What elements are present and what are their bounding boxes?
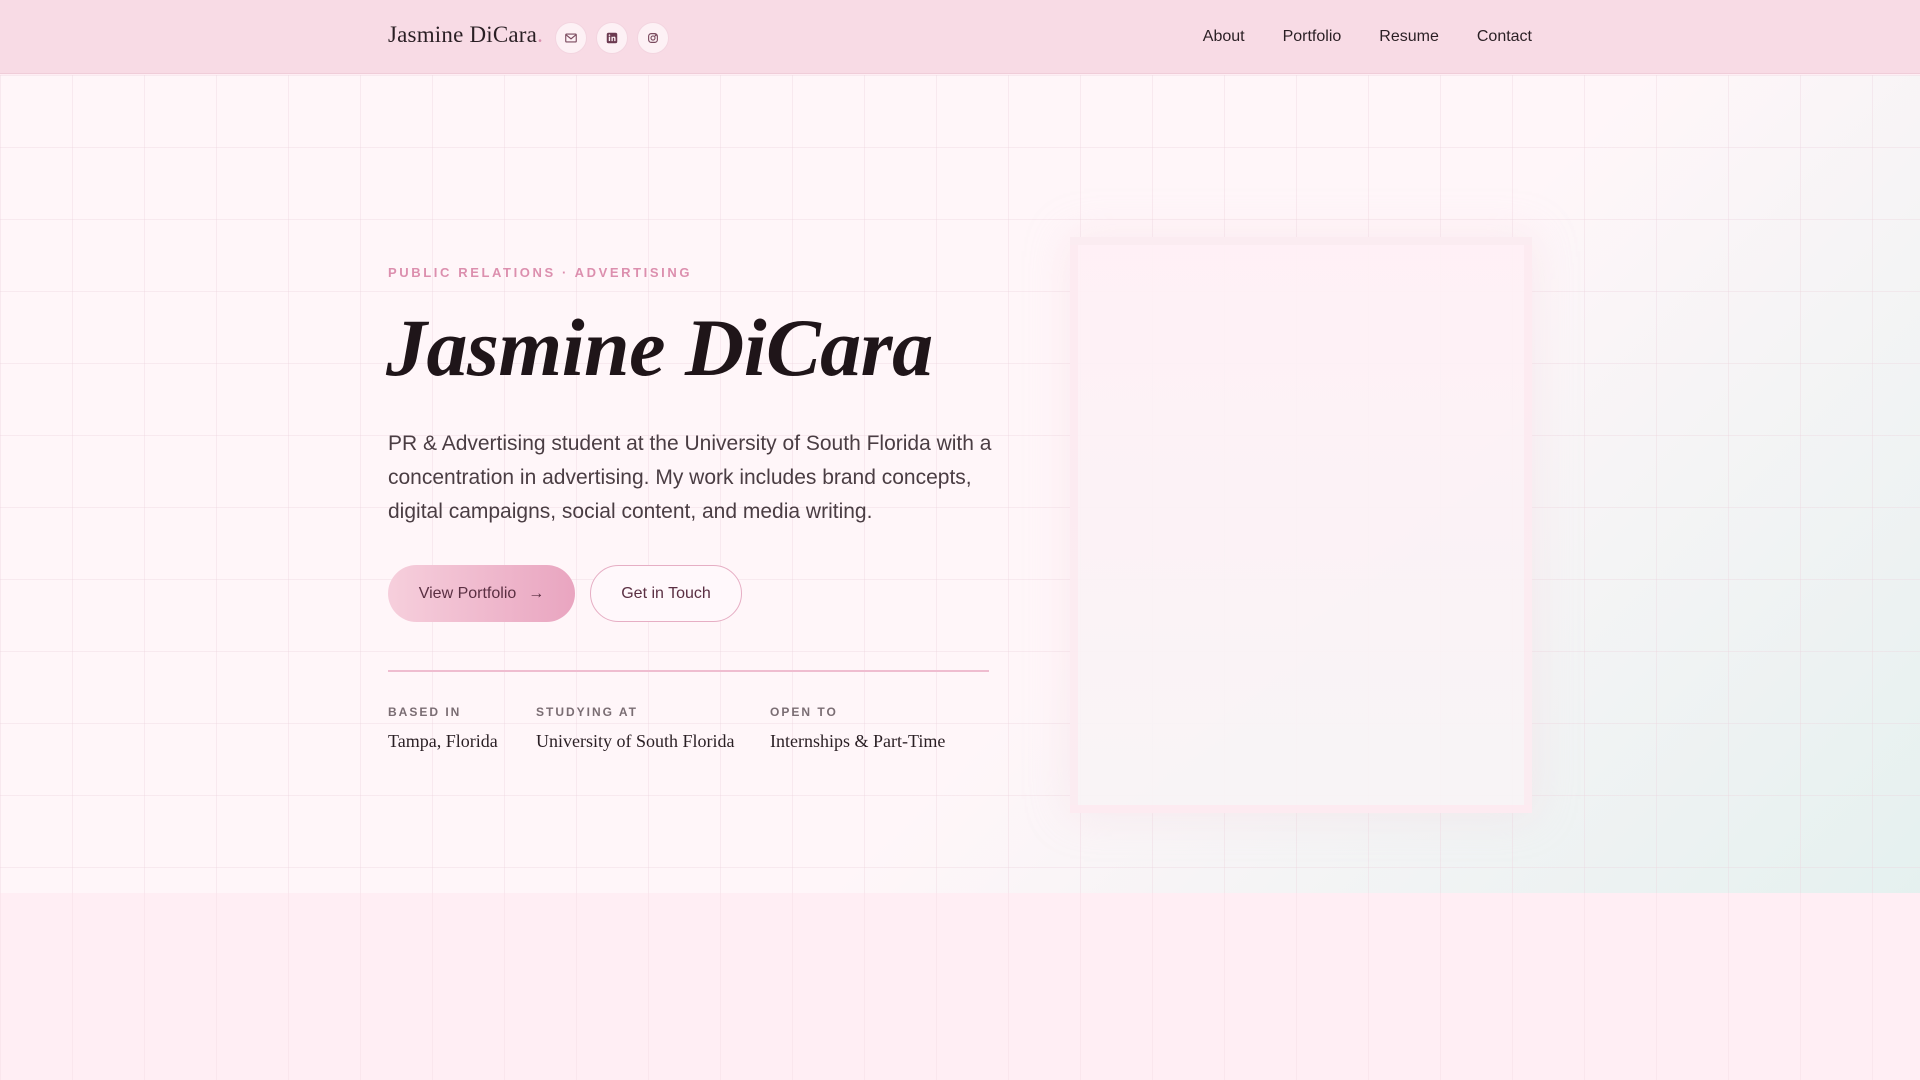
linkedin-icon[interactable]	[596, 22, 628, 54]
get-in-touch-button[interactable]: Get in Touch	[590, 565, 742, 622]
instagram-icon[interactable]	[637, 22, 669, 54]
background-grid	[0, 893, 1920, 1080]
arrow-right-icon: →	[528, 584, 545, 602]
hero-section: PUBLIC RELATIONS · ADVERTISING Jasmine D…	[0, 75, 1920, 893]
top-navbar: Jasmine DiCara. About Portfolio Resume C…	[0, 0, 1920, 74]
nav-links: About Portfolio Resume Contact	[1203, 28, 1532, 46]
nav-link-portfolio[interactable]: Portfolio	[1283, 28, 1342, 46]
fact-value: University of South Florida	[536, 731, 735, 751]
hero-divider	[388, 670, 989, 672]
next-section	[0, 893, 1920, 1080]
portrait-image-placeholder	[1070, 237, 1532, 813]
view-portfolio-label: View Portfolio	[418, 584, 517, 602]
fact-label: OPEN TO	[770, 705, 838, 719]
fact-studying-at: STUDYING AT University of South Florida	[536, 705, 735, 752]
nav-link-contact[interactable]: Contact	[1477, 28, 1532, 46]
brand-logo[interactable]: Jasmine DiCara.	[388, 22, 543, 48]
fact-label: STUDYING AT	[536, 705, 638, 719]
fact-value: Internships & Part-Time	[770, 731, 946, 751]
fact-value: Tampa, Florida	[388, 731, 498, 751]
brand-dot: .	[537, 22, 544, 47]
fact-open-to: OPEN TO Internships & Part-Time	[770, 705, 945, 752]
hero-title: Jasmine DiCara	[386, 302, 933, 393]
hero-intro: PR & Advertising student at the Universi…	[388, 432, 992, 523]
view-portfolio-button[interactable]: View Portfolio →	[388, 565, 575, 622]
nav-link-about[interactable]: About	[1203, 28, 1245, 46]
fact-label: BASED IN	[388, 705, 462, 719]
fact-based-in: BASED IN Tampa, Florida	[388, 705, 498, 752]
nav-link-resume[interactable]: Resume	[1379, 28, 1439, 46]
mail-icon[interactable]	[555, 22, 587, 54]
brand-name: Jasmine DiCara	[388, 22, 538, 47]
hero-eyebrow: PUBLIC RELATIONS · ADVERTISING	[388, 265, 693, 280]
